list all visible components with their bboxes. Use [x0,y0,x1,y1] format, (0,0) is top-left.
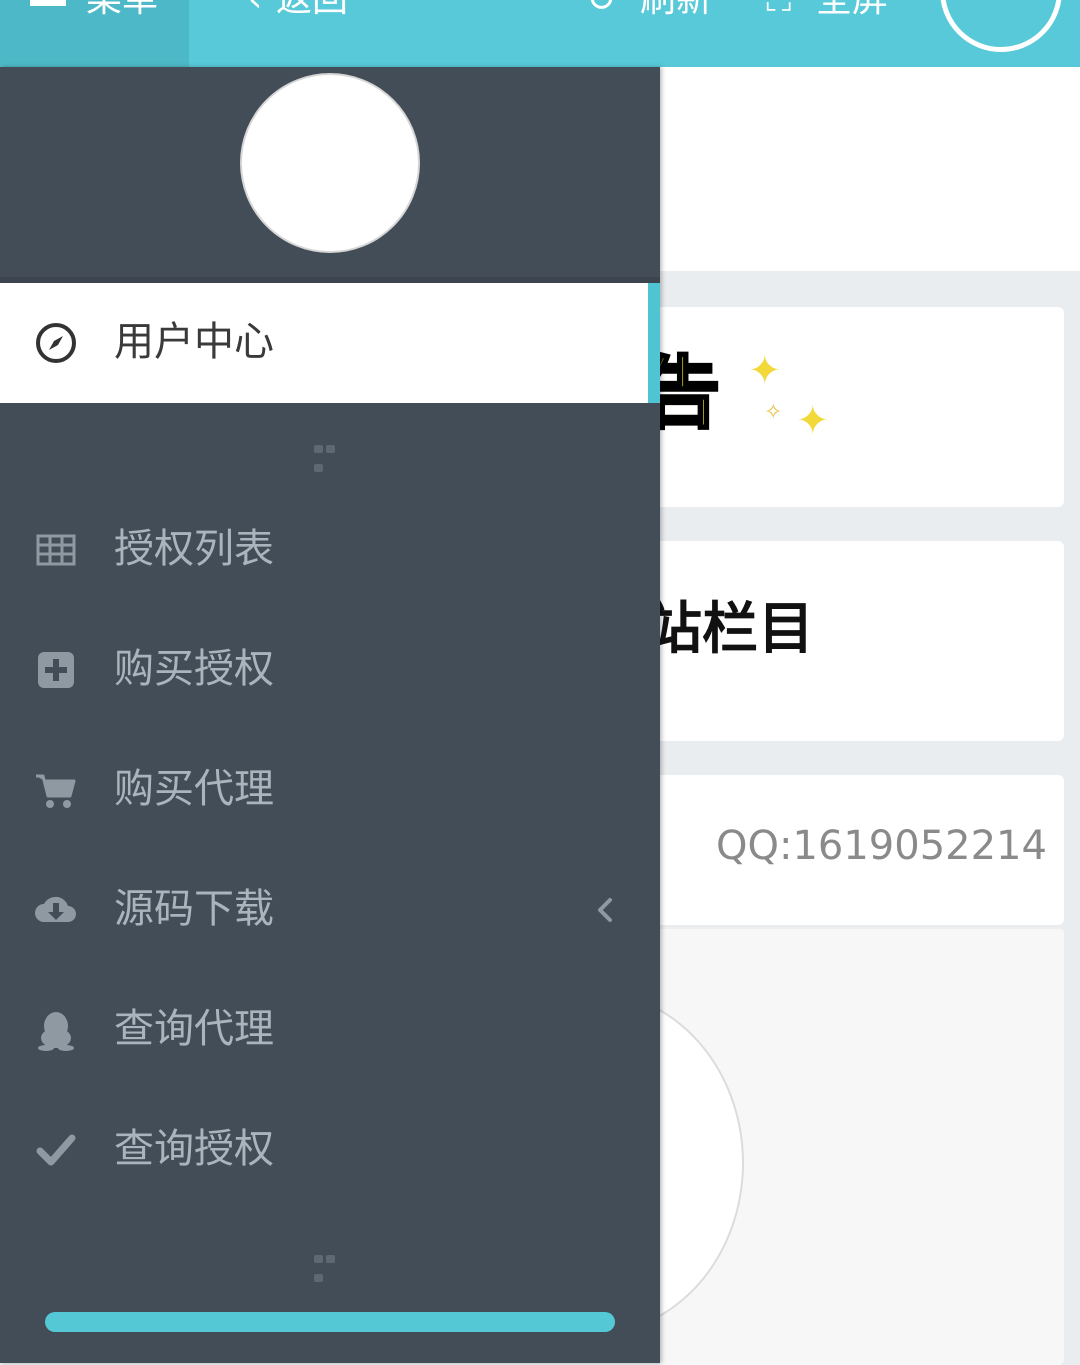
refresh-icon: ↻ [586,0,616,22]
chevron-left-icon[interactable] [586,890,626,930]
nav-item-label: 购买授权 [114,646,274,692]
header-panel [660,67,1080,271]
nav-item-query-agent[interactable]: 查询代理 [0,970,660,1090]
menu-label: 菜单 [86,0,158,22]
nav-item-source-download[interactable]: 源码下载 [0,850,660,970]
qq-penguin-icon [38,1012,74,1051]
nav-item-user-center[interactable]: 用户中心 [0,283,660,403]
user-avatar-button[interactable] [940,0,1062,52]
contact-card: QQ:1619052214 [660,775,1064,925]
nav-item-label: 查询授权 [114,1126,274,1172]
nav-item-label: 用户中心 [114,319,274,365]
section-separator-dots [314,1248,348,1282]
refresh-label: 刷新 [640,0,712,22]
top-bar: 菜单 ‹ 返回 ↻ 刷新 ⛶ 全屏 [0,0,1080,67]
drawer-profile [0,67,660,277]
active-indicator [648,283,660,403]
hamburger-icon [30,0,66,6]
section-separator-dots [314,438,348,472]
main-content: 告 ✦ ✦ ✧ 站栏目 QQ:1619052214 [440,67,1080,1365]
fullscreen-label: 全屏 [816,0,888,22]
fullscreen-icon: ⛶ [766,0,791,22]
sparkle-icon: ✦ [796,398,830,444]
sparkle-icon: ✦ [748,348,782,394]
nav-item-label: 查询代理 [114,1006,274,1052]
back-label: 返回 [276,0,348,22]
compass-icon [36,323,76,363]
nav-item-buy-license[interactable]: 购买授权 [0,610,660,730]
side-drawer: 用户中心 授权列表 购买授权 购买代理 源码下载 查询代理 查询授权 [0,67,660,1363]
drawer-avatar[interactable] [240,73,420,253]
nav-item-label: 源码下载 [114,886,274,932]
plus-square-icon [38,652,74,688]
check-icon [36,1134,76,1166]
qq-contact-text: QQ:1619052214 [716,823,1047,869]
section-banner-text: 站栏目 [646,597,814,662]
announcement-card: 告 ✦ ✦ ✧ [640,307,1064,507]
section-card: 站栏目 [646,541,1064,741]
back-icon: ‹ [248,0,262,22]
nav-item-buy-agent[interactable]: 购买代理 [0,730,660,850]
nav-item-license-list[interactable]: 授权列表 [0,490,660,610]
nav-item-query-license[interactable]: 查询授权 [0,1090,660,1210]
cart-icon [36,774,76,808]
menu-button[interactable]: 菜单 [0,0,189,67]
drawer-bottom-bar [45,1312,615,1332]
profile-card [440,927,1064,1365]
cloud-download-icon [35,896,76,922]
nav-item-label: 购买代理 [114,766,274,812]
nav-item-label: 授权列表 [114,526,274,572]
sparkle-dot-icon: ✧ [764,400,783,425]
table-icon [36,534,76,566]
